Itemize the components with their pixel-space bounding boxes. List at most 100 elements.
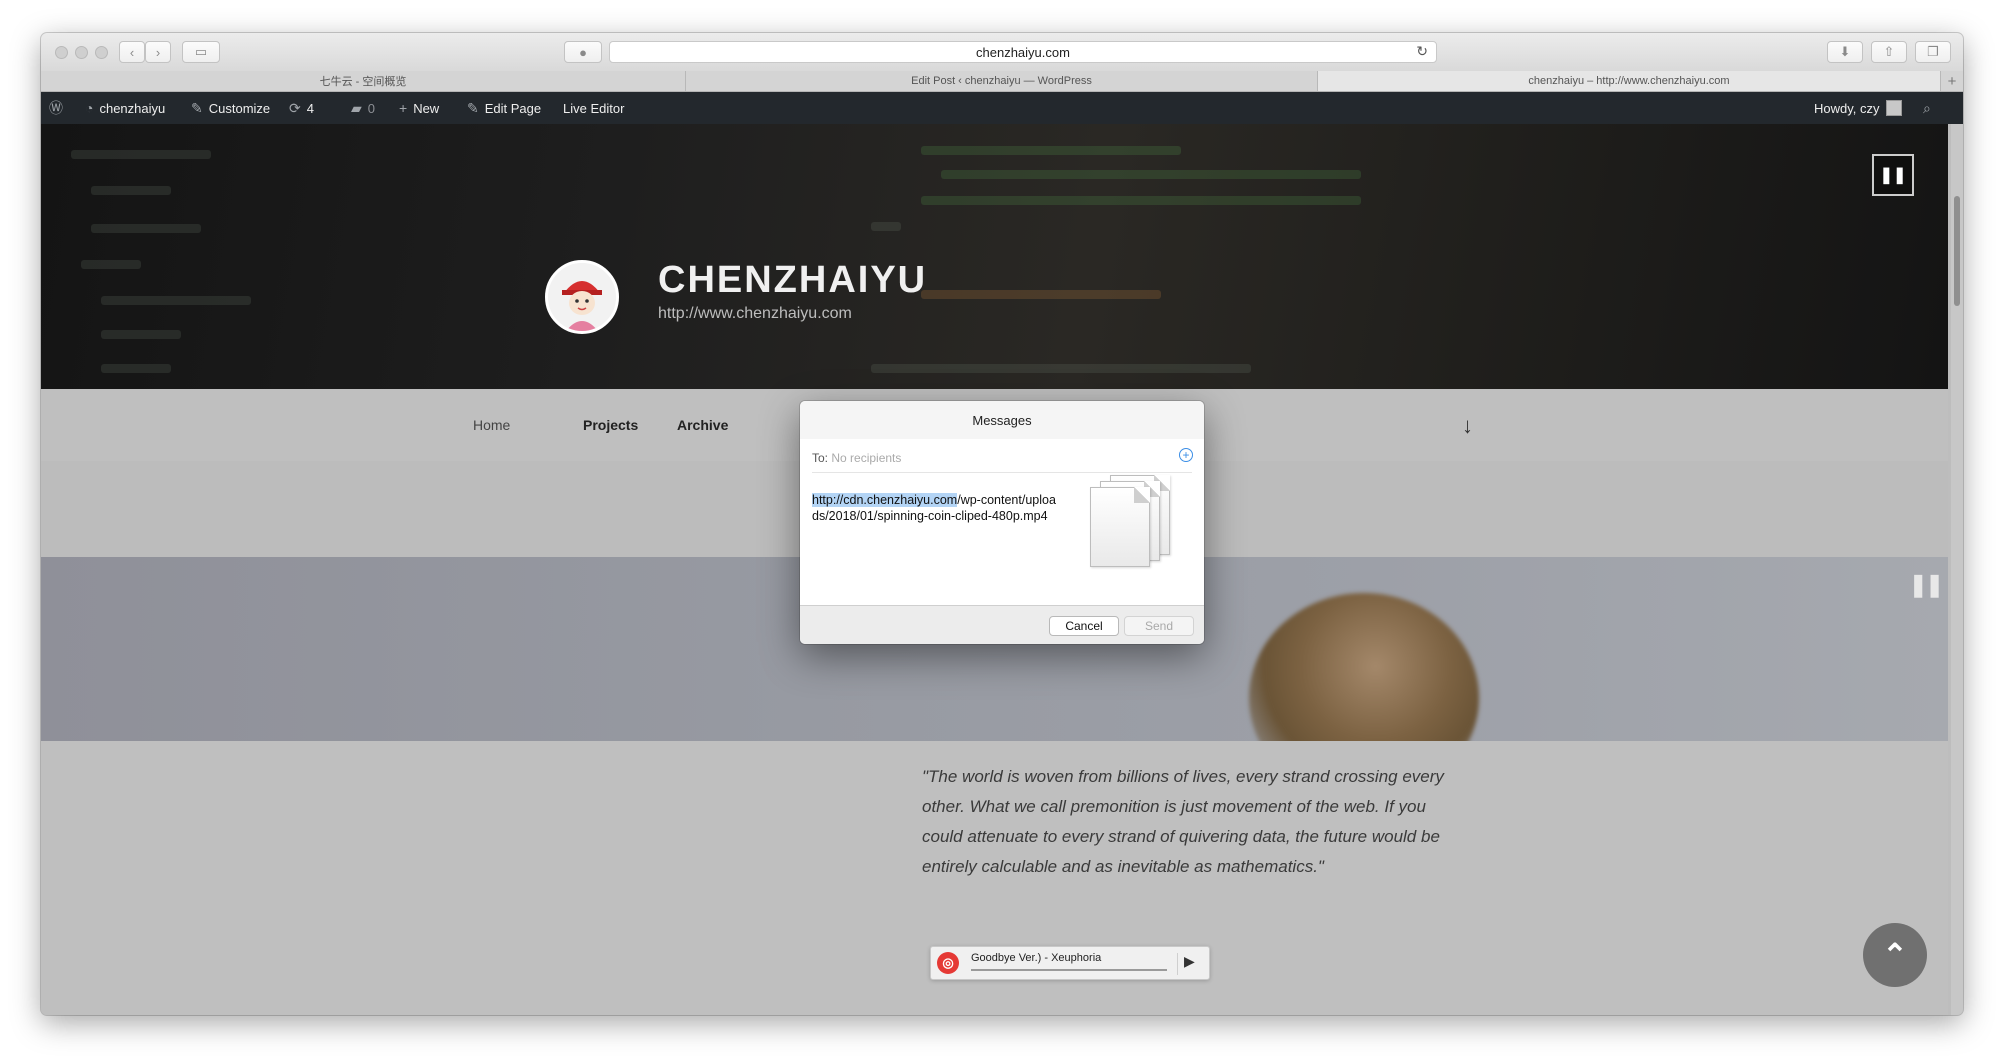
music-player: ◎ Goodbye Ver.) - Xeuphoria ▶ (930, 946, 1210, 980)
sidebar-icon: ▭ (194, 44, 208, 59)
tabs-overview-button[interactable]: ❐ (1915, 41, 1951, 63)
dialog-title: Messages (800, 401, 1204, 440)
arrow-down-icon[interactable]: ↓ (1462, 413, 1473, 439)
address-bar[interactable]: chenzhaiyu.com ↻ (609, 41, 1437, 63)
hero-header: ❚❚ CHENZHAIYU http://www.chenzhaiyu.com (41, 124, 1948, 389)
play-icon: ▶ (1184, 953, 1195, 969)
nav-home[interactable]: Home (473, 389, 510, 461)
selected-text: http://cdn.chenzhaiyu.com (812, 493, 958, 507)
tabs-icon: ❐ (1927, 44, 1939, 59)
site-avatar (545, 260, 619, 334)
search-icon: ⌕ (1923, 99, 1931, 116)
forward-button[interactable]: › (145, 41, 171, 63)
chevron-up-icon: ⌃ (1882, 938, 1908, 972)
track-title: Goodbye Ver.) - Xeuphoria (971, 952, 1102, 964)
tab-edit-post[interactable]: Edit Post ‹ chenzhaiyu — WordPress (686, 71, 1318, 91)
code-background-line (941, 170, 1361, 179)
comment-icon: ▰ (351, 99, 362, 116)
page-scrollbar[interactable] (1951, 124, 1963, 1015)
document-attachment-icon (1090, 487, 1150, 567)
dialog-footer: Cancel Send (800, 605, 1204, 644)
code-background-line (101, 364, 171, 373)
code-background-line (91, 224, 201, 233)
cartoon-avatar-icon (548, 263, 616, 331)
wp-admin-bar: Ⓦ ◔ chenzhaiyu ✎ Customize ⟳ 4 ▰ 0 + New ✎ Edi… (41, 92, 1963, 124)
edit-page-link[interactable]: ✎ Edit Page (467, 92, 541, 124)
nav-projects[interactable]: Projects (583, 389, 638, 461)
share-icon: ⇧ (1883, 44, 1895, 59)
live-editor-link[interactable]: Live Editor (563, 92, 624, 124)
sidebar-button[interactable]: ▭ (182, 41, 220, 63)
chevron-right-icon: › (155, 44, 161, 60)
back-button[interactable]: ‹ (119, 41, 145, 63)
pencil-icon: ✎ (467, 99, 479, 116)
code-background-line (101, 330, 181, 339)
video-pause-button[interactable]: ❚❚ (1909, 572, 1944, 598)
dialog-body: To: No recipients + http://cdn.chenzhaiy… (800, 439, 1204, 605)
play-button[interactable]: ▶ (1184, 953, 1195, 970)
recipient-field[interactable]: To: No recipients (812, 451, 901, 465)
code-background-line (91, 186, 171, 195)
code-background-line (921, 290, 1161, 299)
tab-chenzhaiyu[interactable]: chenzhaiyu – http://www.chenzhaiyu.com (1318, 71, 1941, 91)
reload-icon[interactable]: ↻ (1416, 43, 1428, 60)
downloads-button[interactable]: ⬇ (1827, 41, 1863, 63)
zoom-window-button[interactable] (95, 46, 108, 59)
dialog-divider (812, 472, 1192, 473)
to-label: To: (812, 451, 829, 465)
tab-qiniu[interactable]: 七牛云 - 空间概览 (41, 71, 686, 91)
nav-archive[interactable]: Archive (677, 389, 728, 461)
site-description: http://www.chenzhaiyu.com (658, 305, 852, 322)
recipient-placeholder: No recipients (831, 451, 902, 465)
minimize-window-button[interactable] (75, 46, 88, 59)
customize-link[interactable]: ✎ Customize (191, 92, 270, 124)
site-name-menu[interactable]: ◔ chenzhaiyu (85, 92, 165, 124)
site-title[interactable]: CHENZHAIYU (658, 259, 927, 302)
code-background-line (871, 364, 1251, 373)
quote-text: "The world is woven from billions of liv… (922, 767, 1444, 876)
app-icon: ● (579, 44, 587, 60)
comments-link[interactable]: ▰ 0 (351, 92, 375, 124)
message-text-field[interactable]: http://cdn.chenzhaiyu.com/wp-content/upl… (812, 492, 1057, 524)
scroll-to-top-button[interactable]: ⌃ (1863, 923, 1927, 987)
scrollbar-thumb[interactable] (1954, 196, 1960, 306)
updates-link[interactable]: ⟳ 4 (289, 92, 314, 124)
browser-toolbar: ‹ › ▭ ● chenzhaiyu.com ↻ ⬇ ⇧ ❐ (41, 33, 1963, 72)
plus-icon: + (1947, 72, 1957, 90)
admin-search[interactable]: ⌕ (1923, 92, 1931, 124)
code-background-line (921, 146, 1181, 155)
code-background-line (81, 260, 141, 269)
chevron-left-icon: ‹ (129, 44, 135, 60)
new-content-menu[interactable]: + New (399, 92, 439, 124)
add-recipient-icon[interactable]: + (1179, 448, 1193, 462)
my-account-menu[interactable]: Howdy, czy (1814, 92, 1902, 124)
plus-icon: + (399, 100, 408, 116)
code-background-line (71, 150, 211, 159)
player-divider (1177, 953, 1178, 975)
tab-bar: 七牛云 - 空间概览 Edit Post ‹ chenzhaiyu — Word… (41, 71, 1963, 92)
extension-button[interactable]: ● (564, 41, 602, 63)
brush-icon: ✎ (191, 99, 203, 116)
track-progress-bar[interactable] (971, 969, 1167, 971)
cancel-button[interactable]: Cancel (1049, 616, 1119, 636)
new-tab-button[interactable]: + (1941, 71, 1963, 91)
browser-window: ‹ › ▭ ● chenzhaiyu.com ↻ ⬇ ⇧ ❐ 七牛云 - 空间概… (41, 33, 1963, 1015)
code-background-line (101, 296, 251, 305)
url-text: chenzhaiyu.com (976, 44, 1070, 60)
wordpress-menu[interactable]: Ⓦ (49, 92, 63, 124)
wordpress-logo-icon: Ⓦ (49, 100, 63, 116)
share-button[interactable]: ⇧ (1871, 41, 1907, 63)
close-window-button[interactable] (55, 46, 68, 59)
netease-music-icon: ◎ (937, 952, 959, 974)
send-button[interactable]: Send (1124, 616, 1194, 636)
hero-pause-button[interactable]: ❚❚ (1872, 154, 1914, 196)
code-background-line (921, 196, 1361, 205)
code-background-line (871, 222, 901, 231)
pause-icon: ❚❚ (1909, 572, 1944, 597)
updates-icon: ⟳ (289, 99, 301, 116)
messages-share-dialog: Messages To: No recipients + http://cdn.… (800, 401, 1204, 644)
spinning-coin-image (1249, 593, 1479, 741)
page-content: "The world is woven from billions of liv… (41, 741, 1948, 1015)
download-icon: ⬇ (1839, 44, 1851, 59)
dashboard-icon: ◔ (85, 100, 94, 116)
